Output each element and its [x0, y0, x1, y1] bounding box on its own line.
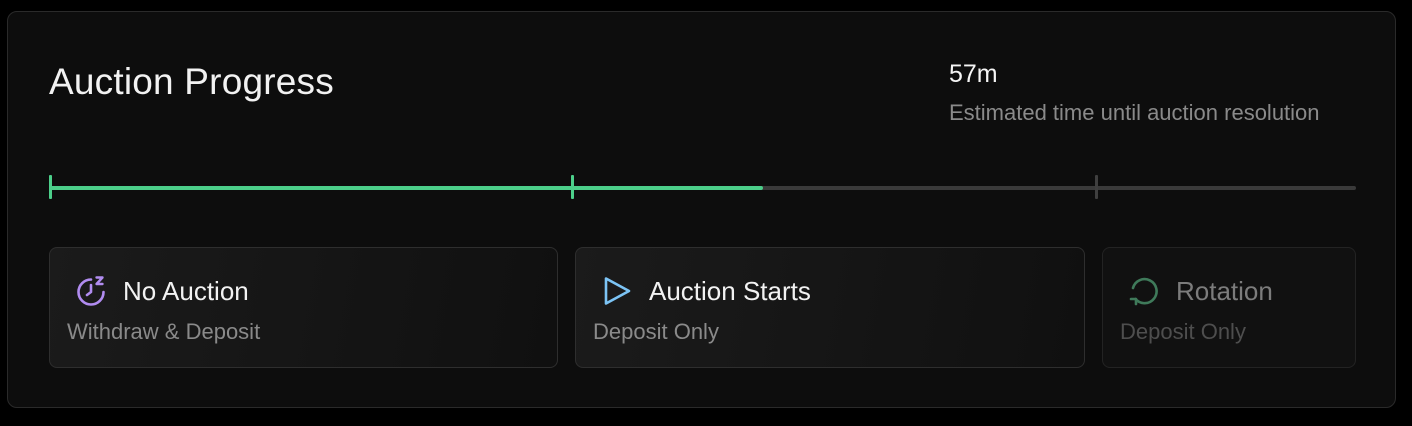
progress-tick-auction-starts [571, 175, 574, 199]
page-title: Auction Progress [49, 61, 334, 102]
progress-track [49, 186, 1356, 190]
progress-tick-no-auction [49, 175, 52, 199]
progress-tick-rotation [1095, 175, 1098, 199]
countdown-value: 57m [949, 60, 998, 88]
play-icon [604, 277, 631, 305]
phase-label: No Auction [123, 276, 249, 306]
rotate-icon [1129, 277, 1158, 306]
phase-card-rotation[interactable]: Rotation Deposit Only [1102, 247, 1356, 368]
timer-snooze-icon [77, 276, 105, 306]
auction-progress-card: Auction Progress 57m Estimated time unti… [7, 11, 1396, 408]
countdown-caption: Estimated time until auction resolution [949, 100, 1320, 125]
phase-sublabel: Deposit Only [593, 319, 719, 344]
progress-fill [49, 186, 763, 190]
phase-card-no-auction[interactable]: No Auction Withdraw & Deposit [49, 247, 558, 368]
phase-sublabel: Withdraw & Deposit [67, 319, 261, 344]
phase-card-auction-starts[interactable]: Auction Starts Deposit Only [575, 247, 1085, 368]
phase-label: Rotation [1176, 276, 1273, 306]
phase-label: Auction Starts [649, 276, 811, 306]
phase-sublabel: Deposit Only [1120, 319, 1246, 344]
